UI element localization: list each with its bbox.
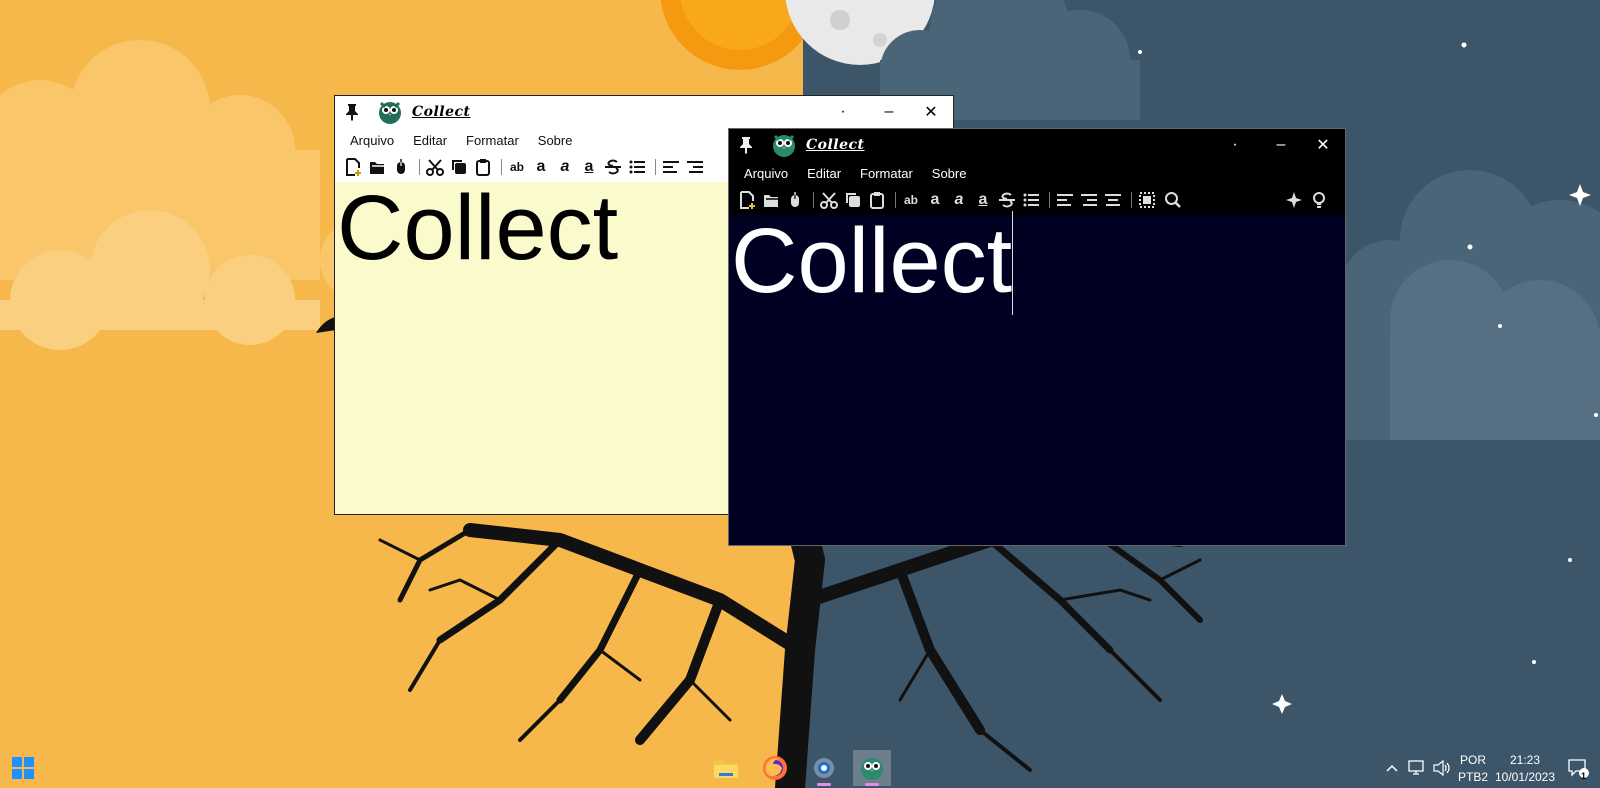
align-left-icon[interactable]	[1055, 190, 1075, 210]
italic-icon[interactable]: a	[949, 190, 969, 210]
menu-sobre[interactable]: Sobre	[932, 166, 967, 181]
owl-logo-icon	[379, 101, 401, 124]
menu-bar: Arquivo Editar Formatar Sobre	[729, 161, 1345, 185]
file-explorer-icon[interactable]	[707, 750, 745, 786]
underline-icon[interactable]: a	[579, 157, 599, 177]
list-icon[interactable]	[627, 157, 647, 177]
clock-time[interactable]: 21:23	[1495, 753, 1555, 767]
select-all-icon[interactable]	[1137, 190, 1157, 210]
italic-icon[interactable]: a	[555, 157, 575, 177]
cut-icon[interactable]	[425, 157, 445, 177]
bold-icon[interactable]: a	[925, 190, 945, 210]
copy-icon[interactable]	[843, 190, 863, 210]
strikethrough-ab-icon[interactable]: ab	[901, 190, 921, 210]
strikethrough-icon[interactable]	[603, 157, 623, 177]
menu-editar[interactable]: Editar	[807, 166, 841, 181]
network-icon[interactable]	[1405, 750, 1429, 786]
dot-button[interactable]: ·	[1215, 129, 1255, 161]
owl-logo-icon	[773, 134, 795, 157]
mouse-icon[interactable]	[785, 190, 805, 210]
menu-formatar[interactable]: Formatar	[466, 133, 519, 148]
underline-icon[interactable]: a	[973, 190, 993, 210]
volume-icon[interactable]	[1430, 750, 1454, 786]
lightbulb-icon[interactable]	[1309, 190, 1329, 210]
sparkle-icon[interactable]	[1284, 190, 1304, 210]
paste-icon[interactable]	[473, 157, 493, 177]
align-left-icon[interactable]	[661, 157, 681, 177]
cut-icon[interactable]	[819, 190, 839, 210]
search-icon[interactable]	[1163, 190, 1183, 210]
editor-content: Collect	[337, 177, 619, 279]
minimize-button[interactable]: –	[869, 96, 909, 128]
list-icon[interactable]	[1021, 190, 1041, 210]
menu-editar[interactable]: Editar	[413, 133, 447, 148]
menu-arquivo[interactable]: Arquivo	[744, 166, 788, 181]
firefox-icon[interactable]	[756, 750, 794, 786]
collect-window-dark[interactable]: Collect · – ✕ Arquivo Editar Formatar So…	[728, 128, 1346, 546]
taskbar: POR PTB2 21:23 10/01/2023 1	[0, 746, 1600, 788]
start-icon[interactable]	[4, 750, 42, 786]
bold-icon[interactable]: a	[531, 157, 551, 177]
menu-arquivo[interactable]: Arquivo	[350, 133, 394, 148]
notification-icon[interactable]: 1	[1562, 750, 1594, 786]
pin-icon[interactable]	[345, 103, 359, 121]
notification-count: 1	[1581, 771, 1587, 781]
text-caret	[1012, 211, 1014, 315]
menu-sobre[interactable]: Sobre	[538, 133, 573, 148]
align-center-icon[interactable]	[1103, 190, 1123, 210]
text-editor[interactable]: Collect	[729, 210, 1345, 545]
mouse-icon[interactable]	[391, 157, 411, 177]
strikethrough-icon[interactable]	[997, 190, 1017, 210]
new-file-icon[interactable]	[737, 190, 757, 210]
app-title: Collect	[412, 104, 471, 120]
clock-date[interactable]: 10/01/2023	[1492, 770, 1558, 784]
pin-icon[interactable]	[739, 136, 753, 154]
strikethrough-ab-icon[interactable]: ab	[507, 157, 527, 177]
title-bar[interactable]: Collect · – ✕	[335, 96, 953, 128]
paste-icon[interactable]	[867, 190, 887, 210]
align-right-icon[interactable]	[685, 157, 705, 177]
editor-content: Collect	[731, 210, 1013, 312]
dot-button[interactable]: ·	[823, 96, 863, 128]
language-indicator[interactable]: POR	[1458, 753, 1488, 767]
menu-formatar[interactable]: Formatar	[860, 166, 913, 181]
close-button[interactable]: ✕	[911, 96, 951, 128]
minimize-button[interactable]: –	[1261, 129, 1301, 161]
app-title: Collect	[806, 137, 865, 153]
new-file-icon[interactable]	[343, 157, 363, 177]
chevron-up-icon[interactable]	[1380, 750, 1404, 786]
open-file-icon[interactable]	[761, 190, 781, 210]
collect-app-icon[interactable]	[853, 750, 891, 786]
close-button[interactable]: ✕	[1303, 129, 1343, 161]
open-file-icon[interactable]	[367, 157, 387, 177]
copy-icon[interactable]	[449, 157, 469, 177]
keyboard-layout-indicator[interactable]: PTB2	[1456, 770, 1490, 784]
align-right-icon[interactable]	[1079, 190, 1099, 210]
title-bar[interactable]: Collect · – ✕	[729, 129, 1345, 161]
settings-icon[interactable]	[805, 750, 843, 786]
